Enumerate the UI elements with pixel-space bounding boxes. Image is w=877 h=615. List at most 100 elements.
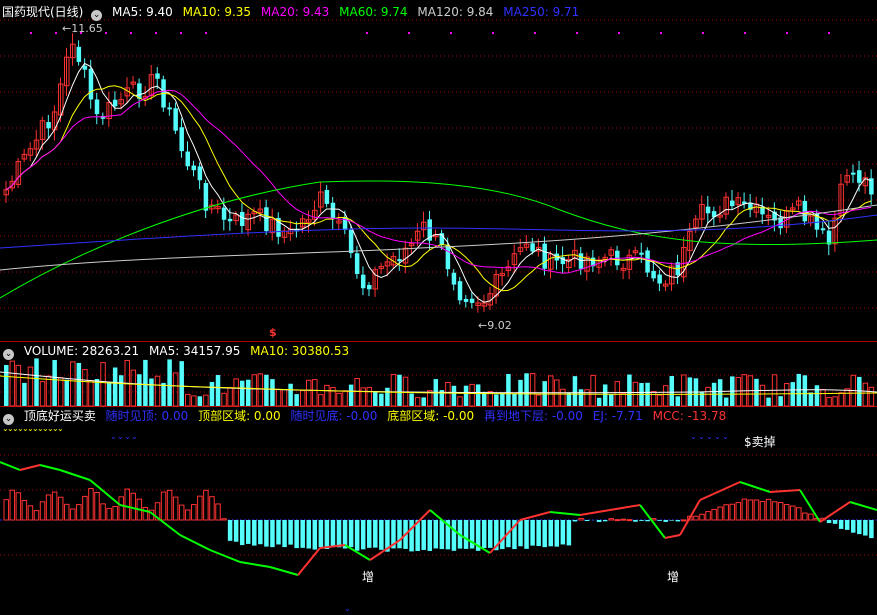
volume-bar	[52, 360, 57, 406]
volume-bar	[299, 390, 306, 407]
volume-bar	[336, 392, 342, 407]
volume-bar	[324, 384, 330, 407]
mcc-bar-neg	[270, 520, 275, 548]
top-marker	[366, 32, 368, 34]
mcc-bar-neg	[276, 520, 281, 545]
mcc-bar-neg	[572, 520, 578, 522]
bottom-marker: ⌄	[722, 432, 729, 441]
volume-bar	[373, 391, 378, 406]
oscillator-line	[819, 501, 851, 523]
main-panel-title: 国药现代(日线)	[2, 5, 84, 19]
mcc-bar-neg	[832, 520, 838, 524]
volume-bar	[717, 379, 723, 406]
mcc-bar-pos	[215, 503, 221, 521]
volume-bar	[4, 364, 9, 406]
collapse-volume-icon[interactable]: ⌄	[3, 349, 14, 360]
volume-bar	[161, 382, 166, 406]
candle-body-down	[657, 274, 662, 284]
mcc-bar-pos	[753, 499, 760, 521]
mcc-bar-neg	[488, 520, 493, 548]
candle-body-down	[76, 46, 82, 62]
oscillator-line	[679, 499, 701, 536]
oscillator-line	[849, 501, 877, 511]
mcc-bar-pos	[130, 492, 137, 521]
top-marker	[492, 32, 494, 34]
volume-bar	[312, 379, 318, 407]
volume-bar	[94, 378, 100, 406]
volume-bar	[445, 382, 451, 407]
mcc-bar-neg	[548, 520, 553, 547]
volume-bar	[294, 394, 299, 406]
volume-bar	[70, 361, 76, 407]
volume-bar	[409, 393, 414, 406]
top-marker	[408, 32, 410, 34]
mcc-bar-pos	[693, 515, 699, 521]
volume-bar	[469, 383, 475, 407]
mcc-bar-neg	[826, 520, 832, 524]
volume-bar	[100, 362, 106, 407]
stock-chart-canvas[interactable]: ⌄⌄⌄⌄⌄⌄⌄⌄⌄⌄⌄⌄⌄ ⌄ ⌄ ⌄ ⌄ ⌄ ⌄ ⌄ ⌄⌄	[0, 0, 877, 615]
volume-bar	[390, 373, 397, 407]
candle-body-down	[651, 270, 656, 279]
mcc-bar-pos	[717, 506, 723, 521]
mcc-bar-pos	[9, 489, 16, 521]
mcc-bar-neg	[602, 520, 608, 522]
mcc-bar-pos	[723, 504, 729, 521]
volume-bar	[9, 360, 16, 407]
volume-bar	[414, 397, 421, 407]
mcc-bar-pos	[203, 489, 209, 521]
volume-bar	[270, 379, 275, 406]
mcc-bar-neg	[463, 520, 469, 549]
bottom-marker: ⌄	[344, 604, 351, 613]
mcc-bar-neg	[645, 520, 650, 522]
mcc-bar-neg	[433, 520, 439, 549]
low-price-label: ←9.02	[478, 319, 512, 332]
top-marker	[30, 32, 32, 34]
candle-body-down	[88, 68, 94, 100]
collapse-main-icon[interactable]: ⌄	[91, 10, 103, 21]
mcc-bar-pos	[88, 488, 94, 521]
candle-body-down	[397, 259, 402, 262]
volume-bar	[197, 396, 203, 406]
mcc-bar-neg	[348, 520, 354, 548]
mcc-bar-neg	[360, 520, 366, 550]
bottom-marker: ⌄	[110, 432, 117, 441]
mcc-bar-neg	[336, 520, 342, 548]
volume-bar	[857, 376, 862, 406]
volume-bar	[143, 359, 148, 406]
mcc-bar-pos	[76, 504, 82, 521]
candle-body-down	[542, 243, 547, 269]
mcc-bar-neg	[282, 520, 287, 548]
oscillator-line	[639, 504, 666, 539]
mcc-bar-neg	[451, 520, 457, 551]
mcc-bar-neg	[639, 520, 644, 521]
candle-body-down	[645, 250, 650, 273]
candle-body-down	[354, 253, 360, 274]
mcc-bar-neg	[300, 520, 305, 548]
mcc-bar-pos	[741, 498, 748, 521]
volume-bar	[705, 386, 711, 407]
mcc-bar-neg	[869, 520, 874, 539]
mcc-bar-neg	[312, 520, 318, 550]
oscillator-line	[769, 489, 801, 493]
mcc-bar-neg	[318, 520, 324, 548]
volume-bar	[609, 394, 614, 406]
mcc-bar-neg	[397, 520, 402, 549]
volume-bar	[172, 372, 179, 407]
volume-bar	[106, 382, 112, 406]
mcc-bar-pos	[681, 519, 687, 522]
collapse-indicator-icon[interactable]: ⌄	[3, 414, 14, 425]
volume-bar	[766, 397, 771, 406]
mcc-bar-pos	[51, 491, 58, 521]
top-marker	[576, 32, 578, 34]
candle-body-down	[137, 83, 142, 99]
top-marker	[786, 32, 788, 34]
volume-bar	[675, 396, 681, 406]
volume-ma5-label: MA5: 34157.95	[149, 344, 241, 358]
candle-body-down	[851, 172, 856, 175]
mcc-bar-pos	[209, 496, 215, 521]
mcc-bar-neg	[566, 520, 572, 546]
mcc-bar-neg	[330, 520, 336, 548]
mcc-bar-pos	[759, 501, 766, 521]
volume-bar	[397, 374, 402, 406]
